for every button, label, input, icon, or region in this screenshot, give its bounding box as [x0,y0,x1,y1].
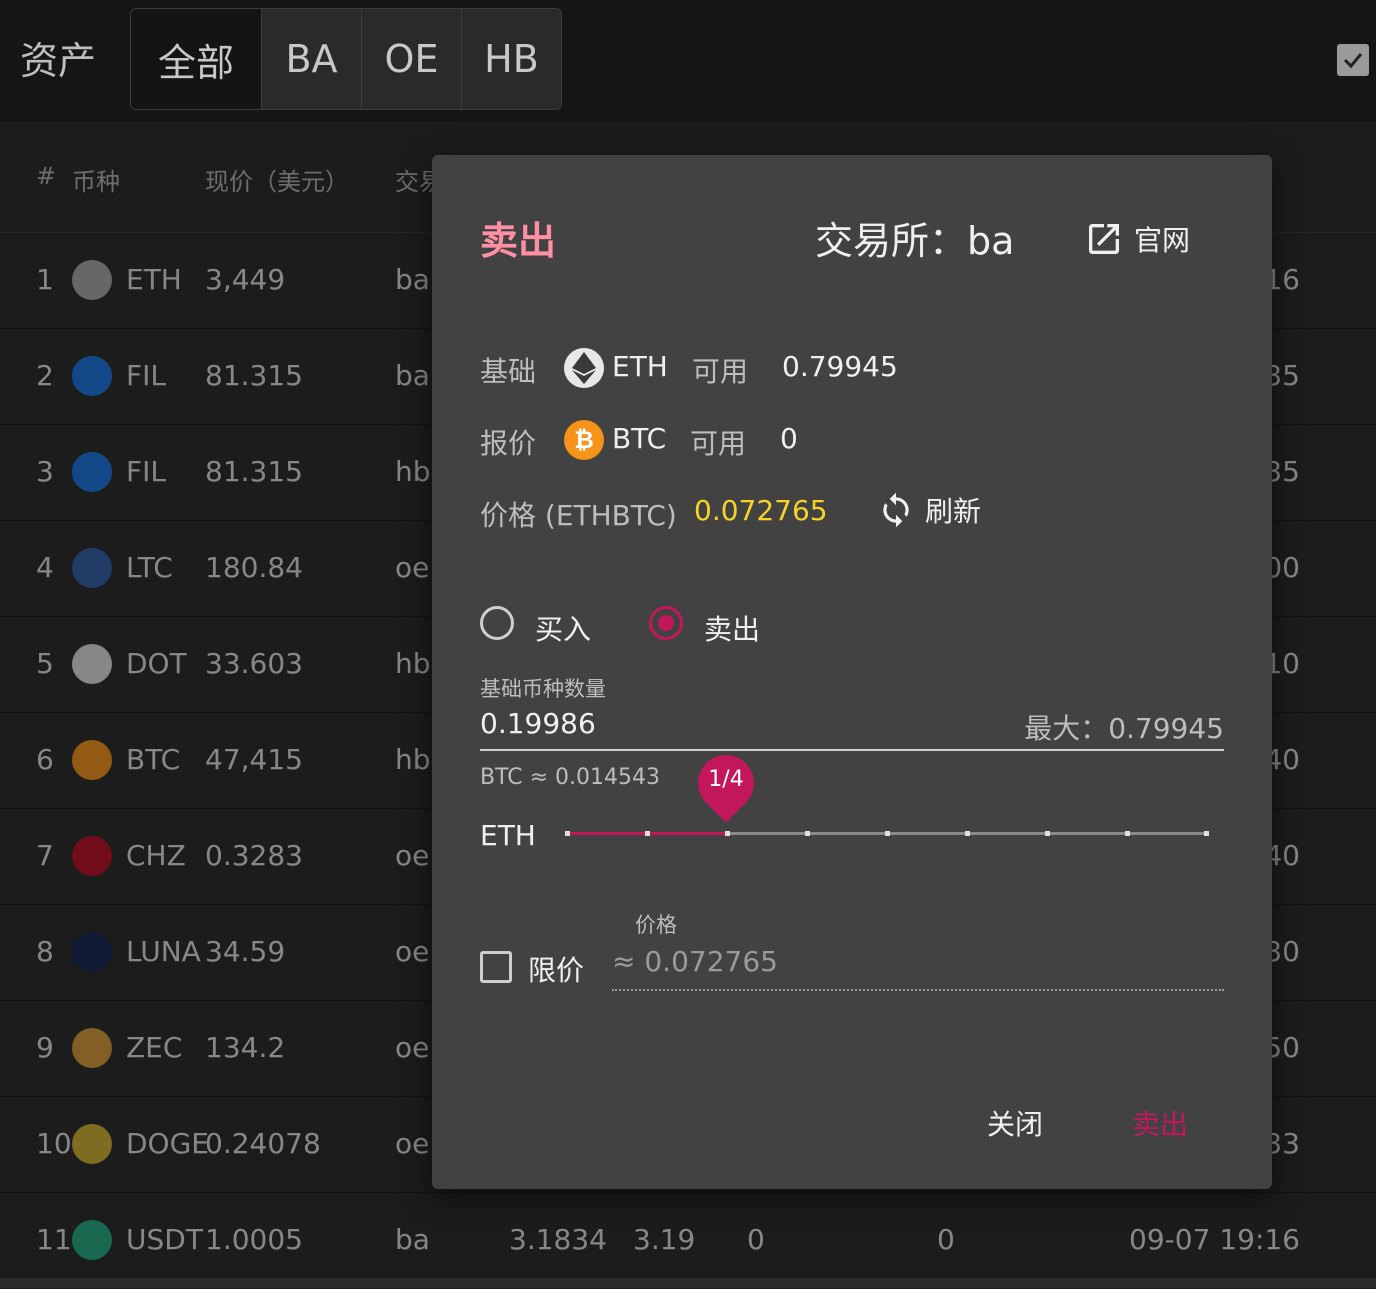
limit-price-input[interactable]: ≈ 0.072765 [612,941,1224,991]
buy-label: 买入 [535,613,592,646]
eth-icon [564,348,604,388]
dialog-title: 卖出 [480,219,557,263]
base-available-value: 0.79945 [782,350,898,383]
amount-value: 0.19986 [480,707,596,740]
btc-estimate: BTC ≈ 0.014543 [480,765,660,790]
slider-unit: ETH [480,819,536,852]
tab-all[interactable]: 全部 [131,9,261,109]
slider-tick [805,831,810,836]
slider-tick [965,831,970,836]
max-label: 最大：0.79945 [1024,712,1224,745]
external-link-icon [1089,224,1119,254]
refresh-icon [883,492,909,528]
quote-coin: BTC [612,422,667,455]
sell-button[interactable]: 卖出 [1132,1103,1188,1143]
slider-tick [725,831,730,836]
bitcoin-icon: ₿ [564,420,604,460]
app-title: 资产 [20,39,97,83]
quote-label: 报价 [480,427,537,460]
slider-tick [1045,831,1050,836]
tab-hb[interactable]: HB [461,9,561,109]
base-coin: ETH [612,350,668,383]
exchange-label: 交易所：ba [815,219,1015,263]
slider-tick [1125,831,1130,836]
limit-label: 限价 [528,954,585,987]
slider-tick [885,831,890,836]
sell-dialog: 卖出 交易所：ba 官网 基础 ETH 可用 0.79945 报价 ₿ BTC … [432,155,1272,1189]
base-label: 基础 [480,355,537,388]
price-label: 价格 (ETHBTC) [480,499,677,532]
amount-input[interactable]: 0.19986 最大：0.79945 [480,703,1224,751]
limit-checkbox[interactable] [480,951,512,983]
sell-radio[interactable] [649,606,683,640]
slider-tick [645,831,650,836]
slider-tick [1204,831,1209,836]
exchange-tabs: 全部 BA OE HB [130,8,562,110]
price-value: 0.072765 [694,494,828,527]
website-label: 官网 [1134,224,1191,257]
tab-ba[interactable]: BA [261,9,361,109]
quote-available-value: 0 [780,422,798,455]
refresh-label: 刷新 [925,495,982,528]
refresh-button[interactable]: 刷新 [877,490,981,530]
check-icon [1343,53,1363,69]
limit-price-value: ≈ 0.072765 [612,945,778,978]
tab-oe[interactable]: OE [361,9,461,109]
buy-radio[interactable] [480,606,514,640]
close-button[interactable]: 关闭 [987,1103,1043,1143]
limit-price-label: 价格 [635,913,677,937]
website-link[interactable]: 官网 [1084,219,1190,259]
slider-value-label: 1/4 [708,767,744,792]
slider-tick [565,831,570,836]
base-available-label: 可用 [692,355,749,388]
amount-label: 基础币种数量 [480,677,606,701]
top-bar: 资产 全部 BA OE HB [0,0,1376,122]
quote-available-label: 可用 [690,427,747,460]
sell-label: 卖出 [704,613,761,646]
toggle-checkbox[interactable] [1337,44,1369,76]
